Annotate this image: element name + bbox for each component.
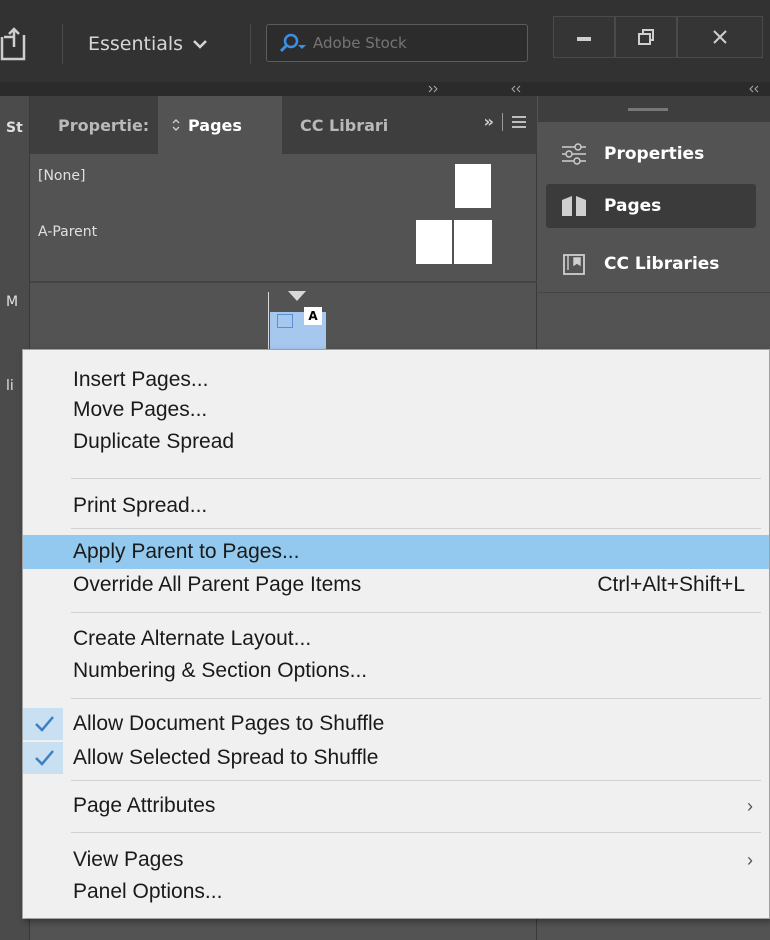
panel-dock-header — [0, 82, 770, 96]
menu-item-label: Move Pages... — [73, 398, 208, 421]
panel-tab-overflow[interactable]: » — [484, 112, 527, 131]
menu-item-label: Duplicate Spread — [73, 430, 235, 453]
panel-divider — [30, 281, 537, 283]
pages-icon — [562, 196, 586, 216]
toolbar-separator — [250, 24, 251, 64]
right-item-properties[interactable]: Properties — [546, 132, 756, 176]
adobe-stock-search[interactable] — [266, 24, 528, 62]
menu-separator — [71, 698, 761, 699]
menu-item-insert-pages[interactable]: Insert Pages... — [23, 364, 769, 396]
parent-row-a-parent[interactable]: A-Parent — [30, 216, 537, 270]
minimize-icon — [577, 37, 591, 41]
menu-item-label: Allow Selected Spread to Shuffle — [73, 746, 379, 769]
submenu-arrow-icon: › — [747, 795, 753, 816]
menu-item-apply-parent[interactable]: Apply Parent to Pages... — [23, 535, 769, 569]
restore-icon — [638, 29, 654, 45]
menu-item-label: Insert Pages... — [73, 368, 209, 391]
application-bar: Essentials — [0, 0, 770, 82]
libraries-icon — [563, 254, 585, 275]
left-strip-label: li — [6, 378, 14, 394]
panel-menu-icon[interactable] — [511, 115, 527, 129]
menu-item-label: Allow Document Pages to Shuffle — [73, 712, 385, 735]
menu-item-label: Panel Options... — [73, 880, 223, 903]
menu-separator — [71, 478, 761, 479]
menu-item-label: Page Attributes — [73, 794, 216, 817]
menu-separator — [71, 832, 761, 833]
menu-item-print-spread[interactable]: Print Spread... — [23, 490, 769, 522]
collapse-icon[interactable] — [510, 85, 522, 93]
search-input[interactable] — [313, 34, 513, 52]
tab-label: Propertie: — [58, 115, 150, 135]
workspace-label: Essentials — [88, 33, 184, 55]
right-item-label: Properties — [604, 144, 705, 164]
menu-item-allow-spread-shuffle[interactable]: Allow Selected Spread to Shuffle — [23, 742, 769, 774]
menu-item-label: Print Spread... — [73, 494, 208, 517]
parent-thumbnail[interactable] — [455, 164, 491, 208]
menu-item-label: Override All Parent Page Items — [73, 573, 362, 596]
sliders-icon — [562, 143, 586, 165]
overflow-icon[interactable]: » — [484, 112, 494, 131]
right-item-cc-libraries[interactable]: CC Libraries — [546, 242, 756, 286]
workspace-switcher[interactable]: Essentials — [88, 26, 207, 62]
parent-thumbnail-left[interactable] — [416, 220, 452, 264]
close-icon — [713, 30, 727, 44]
menu-item-page-attributes[interactable]: Page Attributes › — [23, 790, 769, 822]
pages-panel-context-menu: Insert Pages... Move Pages... Duplicate … — [22, 349, 770, 919]
right-item-pages[interactable]: Pages — [546, 184, 756, 228]
parent-name: [None] — [38, 168, 86, 184]
tab-label: Pages — [188, 115, 242, 135]
menu-item-override-parent-items[interactable]: Override All Parent Page Items Ctrl+Alt+… — [23, 569, 769, 601]
menu-separator — [71, 780, 761, 781]
spread-indicator-line — [268, 292, 269, 354]
menu-item-create-alternate-layout[interactable]: Create Alternate Layout... — [23, 623, 769, 655]
collapse-icon[interactable] — [748, 85, 760, 93]
right-strip-header — [538, 96, 770, 122]
page-selection-icon — [277, 314, 293, 328]
collapse-icon[interactable] — [428, 85, 440, 93]
right-item-label: Pages — [604, 196, 662, 216]
menu-item-duplicate-spread[interactable]: Duplicate Spread — [23, 426, 769, 458]
panel-tab-bar: Propertie: Pages CC Librari » — [30, 96, 537, 154]
menu-item-label: View Pages — [73, 848, 184, 871]
menu-item-shortcut: Ctrl+Alt+Shift+L — [597, 573, 745, 596]
menu-item-allow-document-shuffle[interactable]: Allow Document Pages to Shuffle — [23, 708, 769, 740]
submenu-arrow-icon: › — [747, 849, 753, 870]
menu-item-label: Apply Parent to Pages... — [73, 540, 300, 563]
tab-label: CC Librari — [300, 115, 389, 135]
share-icon[interactable] — [0, 25, 30, 65]
checkmark-icon — [35, 716, 54, 732]
left-strip-label: St — [6, 120, 23, 136]
minimize-button[interactable] — [553, 16, 615, 58]
menu-separator — [71, 528, 761, 529]
tab-cc-libraries[interactable]: CC Librari — [300, 96, 416, 154]
left-strip-label: M — [6, 294, 19, 310]
toolbar-separator — [62, 24, 63, 64]
menu-item-panel-options[interactable]: Panel Options... — [23, 876, 769, 908]
parent-row-none[interactable]: [None] — [30, 160, 537, 214]
spread-pointer-icon — [288, 291, 306, 301]
tab-divider — [502, 112, 503, 131]
panel-divider — [538, 292, 770, 293]
menu-separator — [71, 612, 761, 613]
parent-name: A-Parent — [38, 224, 98, 240]
search-icon — [279, 33, 306, 53]
sort-arrows-icon — [172, 119, 180, 131]
menu-item-numbering-section[interactable]: Numbering & Section Options... — [23, 655, 769, 687]
tab-properties[interactable]: Propertie: — [30, 96, 158, 154]
menu-item-move-pages[interactable]: Move Pages... — [23, 394, 769, 426]
restore-button[interactable] — [615, 16, 677, 58]
menu-item-label: Numbering & Section Options... — [73, 659, 368, 682]
drag-grip-icon[interactable] — [628, 108, 668, 111]
tab-pages[interactable]: Pages — [158, 96, 282, 154]
right-item-label: CC Libraries — [604, 254, 720, 274]
menu-item-view-pages[interactable]: View Pages › — [23, 844, 769, 876]
chevron-down-icon — [193, 40, 207, 49]
applied-parent-label: A — [304, 307, 322, 325]
checkmark-icon — [35, 750, 54, 766]
menu-item-label: Create Alternate Layout... — [73, 627, 312, 650]
parent-thumbnail-right[interactable] — [454, 220, 492, 264]
close-button[interactable] — [677, 16, 763, 58]
